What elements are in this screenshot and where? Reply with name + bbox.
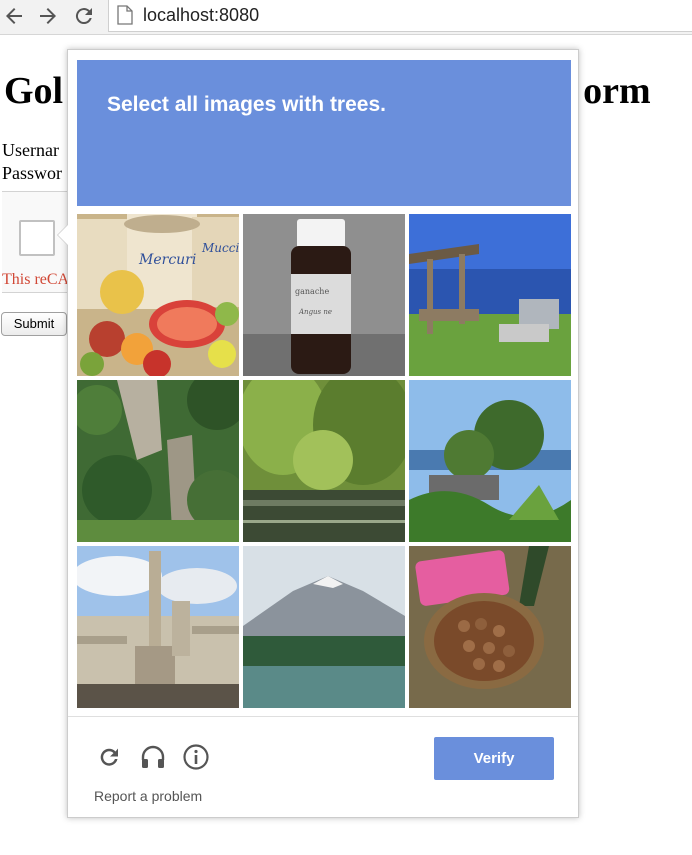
audio-challenge-icon[interactable] (138, 742, 168, 772)
image-tile-fruit-tins[interactable]: Mercuri Mucci (77, 214, 239, 376)
image-tile-lakeside-shelter[interactable] (409, 214, 571, 376)
captcha-challenge: Select all images with trees. Mercuri Mu… (57, 49, 579, 818)
image-grid: Mercuri Mucci ganache Angus ne (77, 214, 571, 708)
footer-divider (68, 716, 578, 717)
page-icon (117, 5, 133, 25)
reload-icon[interactable] (72, 4, 96, 28)
image-tile-tropical-trees[interactable] (409, 380, 571, 542)
verify-button[interactable]: Verify (434, 737, 554, 780)
info-icon[interactable] (181, 742, 211, 772)
image-tile-nut-basket[interactable] (409, 546, 571, 708)
reload-challenge-icon[interactable] (94, 742, 124, 772)
image-tile-willow-pond[interactable] (243, 380, 405, 542)
svg-text:Mercuri: Mercuri (138, 252, 196, 268)
challenge-prompt: Select all images with trees. (107, 93, 386, 116)
svg-text:ganache: ganache (295, 287, 329, 296)
browser-toolbar: localhost:8080 (0, 0, 692, 35)
image-tile-rocky-forest[interactable] (77, 380, 239, 542)
image-tile-bottle[interactable]: ganache Angus ne (243, 214, 405, 376)
challenge-banner: Select all images with trees. (77, 60, 571, 206)
image-tile-mountain-lake[interactable] (243, 546, 405, 708)
back-arrow-icon[interactable] (2, 4, 26, 28)
submit-button[interactable]: Submit (1, 312, 67, 336)
recaptcha-error: This reCA (2, 271, 70, 288)
username-label: Usernar (2, 140, 59, 160)
prompt-keyword: trees. (329, 93, 386, 116)
url-text: localhost:8080 (143, 5, 260, 25)
report-problem-link[interactable]: Report a problem (94, 788, 202, 804)
image-tile-plague-column[interactable] (77, 546, 239, 708)
password-label: Passwor (2, 163, 63, 183)
svg-text:Mucci: Mucci (201, 241, 239, 255)
address-bar[interactable]: localhost:8080 (108, 0, 692, 32)
recaptcha-checkbox[interactable] (19, 220, 55, 256)
svg-text:Angus ne: Angus ne (298, 308, 332, 316)
forward-arrow-icon[interactable] (36, 4, 60, 28)
